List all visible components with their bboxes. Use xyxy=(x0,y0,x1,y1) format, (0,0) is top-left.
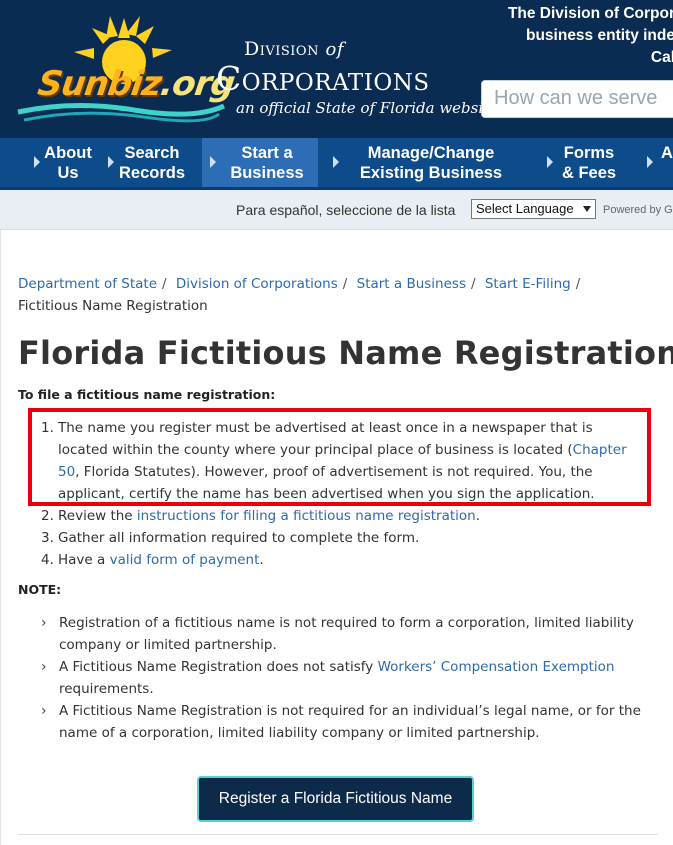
page-title: Florida Fictitious Name Registration xyxy=(18,334,673,372)
nav-start-a-business[interactable]: Start a Business xyxy=(202,138,318,187)
language-select[interactable]: Select Language xyxy=(471,199,596,219)
logo-wordmark: Sunbiz.org xyxy=(35,64,237,104)
chevron-right-icon: › xyxy=(41,703,47,719)
instructions-link[interactable]: instructions for filing a fictitious nam… xyxy=(137,508,476,524)
list-item: 2. Review the instructions for filing a f… xyxy=(41,508,481,524)
breadcrumb: Department of State / Division of Corpora… xyxy=(18,276,581,314)
nav-manage-change[interactable]: Manage/Change Existing Business xyxy=(350,138,512,187)
breadcrumb-link-start-e-filing[interactable]: Start E-Filing xyxy=(485,276,571,292)
nav-arrow-icon xyxy=(210,156,216,168)
main-content: Department of State / Division of Corpora… xyxy=(0,230,673,845)
register-fictitious-name-button[interactable]: Register a Florida Fictitious Name xyxy=(197,776,474,822)
valid-payment-link[interactable]: valid form of payment xyxy=(110,552,260,568)
language-bar: Para español, seleccione de la lista Sel… xyxy=(0,190,673,230)
chevron-right-icon: › xyxy=(41,615,47,631)
division-title-line1: Division of xyxy=(244,38,345,60)
notes-list: › Registration of a fictitious name is no… xyxy=(39,612,659,744)
chevron-right-icon: › xyxy=(41,659,47,675)
breadcrumb-current: Fictitious Name Registration xyxy=(18,298,208,314)
divider xyxy=(18,834,658,835)
highlight-annotation-box xyxy=(28,408,651,506)
powered-by-text: Powered by G xyxy=(603,204,673,216)
division-tagline: an official State of Florida website xyxy=(236,99,499,117)
note-label: NOTE: xyxy=(18,582,62,597)
breadcrumb-link-department-of-state[interactable]: Department of State xyxy=(18,276,157,292)
workers-comp-exemption-link[interactable]: Workers’ Compensation Exemption xyxy=(378,659,615,675)
site-header: Sunbiz.org Division of Corporations an o… xyxy=(0,0,673,138)
list-item: 3. Gather all information required to com… xyxy=(41,530,420,546)
nav-arrow-icon xyxy=(647,156,653,168)
nav-arrow-icon xyxy=(547,156,553,168)
breadcrumb-link-division-of-corporations[interactable]: Division of Corporations xyxy=(176,276,338,292)
nav-arrow-icon xyxy=(333,156,339,168)
nav-more[interactable]: A xyxy=(661,138,673,187)
site-search-input[interactable]: How can we serve xyxy=(481,80,673,118)
intro-text: To file a fictitious name registration: xyxy=(18,387,276,402)
breadcrumb-link-start-a-business[interactable]: Start a Business xyxy=(357,276,466,292)
division-title-line2: Corporations xyxy=(216,59,430,98)
language-label: Para español, seleccione de la lista xyxy=(236,202,456,218)
chevron-down-icon xyxy=(583,206,591,212)
sunbiz-logo[interactable]: Sunbiz.org xyxy=(14,14,237,124)
main-nav: About Us Search Records Start a Business Ma… xyxy=(0,138,673,190)
list-item: › A Fictitious Name Registration is not r… xyxy=(39,700,659,744)
nav-about-us[interactable]: About Us xyxy=(40,138,96,187)
list-item: 4. Have a valid form of payment. xyxy=(41,552,264,568)
header-intro-text: The Division of Corpor business entity i… xyxy=(507,5,673,66)
nav-forms-fees[interactable]: Forms & Fees xyxy=(560,138,618,187)
list-item: › Registration of a fictitious name is no… xyxy=(39,612,659,656)
nav-search-records[interactable]: Search Records xyxy=(114,138,190,187)
list-item: › A Fictitious Name Registration does not… xyxy=(39,656,659,700)
